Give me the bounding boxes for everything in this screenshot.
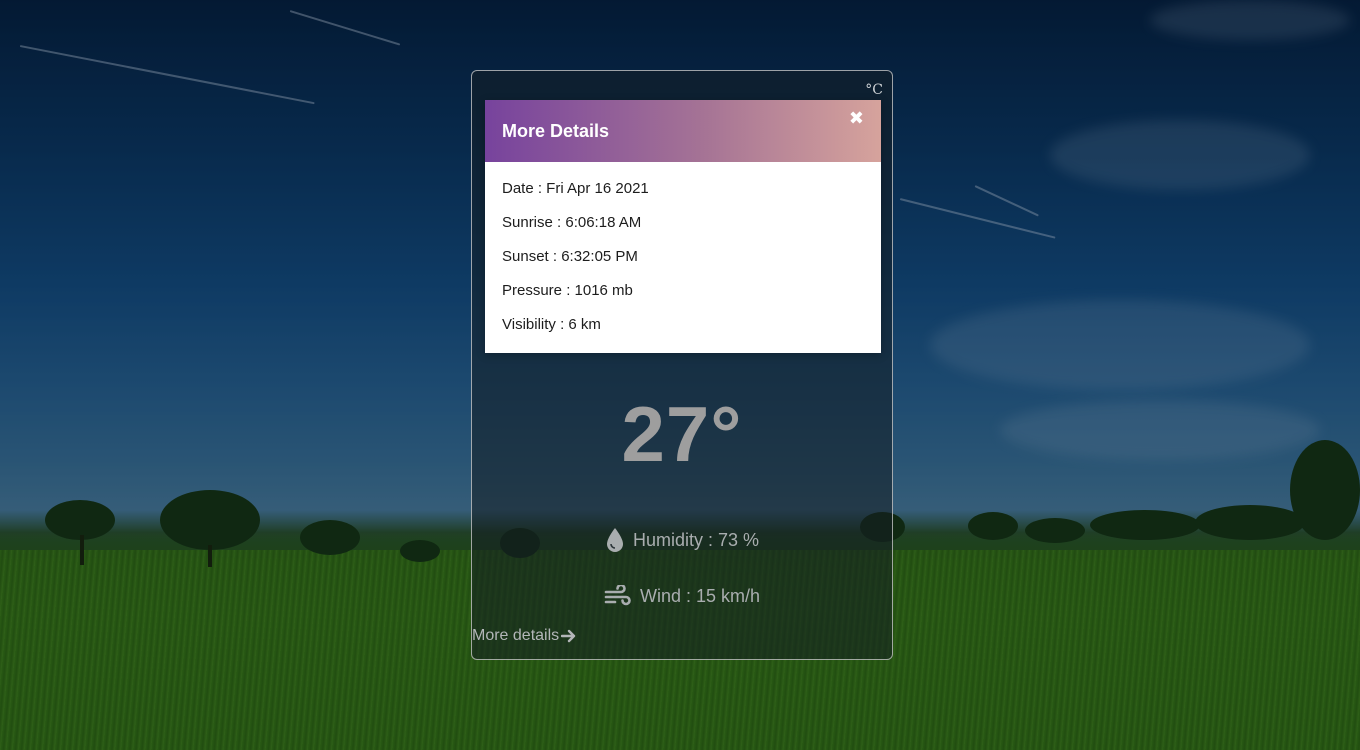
detail-sunrise: Sunrise : 6:06:18 AM [502,214,642,231]
close-icon[interactable]: ✖ [849,110,864,128]
temperature-value: 27° [621,390,743,478]
more-details-link[interactable]: More details [472,627,577,645]
detail-sunset: Sunset : 6:32:05 PM [502,248,638,265]
unit-toggle-button[interactable]: °C [865,82,883,98]
modal-header: More Details ✖ [485,100,881,162]
more-details-modal: More Details ✖ Date : Fri Apr 16 2021 Su… [485,100,881,353]
detail-pressure: Pressure : 1016 mb [502,282,633,299]
detail-visibility: Visibility : 6 km [502,316,601,333]
wind-label: Wind : 15 km/h [639,585,761,606]
modal-title: More Details [502,120,610,141]
arrow-right-icon [561,628,577,644]
humidity-label: Humidity : 73 % [632,529,760,550]
more-details-label: More details [472,627,560,644]
water-drop-icon [605,527,625,553]
humidity-stat: Humidity : 73 % [472,527,892,553]
wind-icon [604,585,632,607]
wind-stat: Wind : 15 km/h [472,585,892,607]
modal-body: Date : Fri Apr 16 2021 Sunrise : 6:06:18… [485,162,881,350]
detail-date: Date : Fri Apr 16 2021 [502,180,649,197]
